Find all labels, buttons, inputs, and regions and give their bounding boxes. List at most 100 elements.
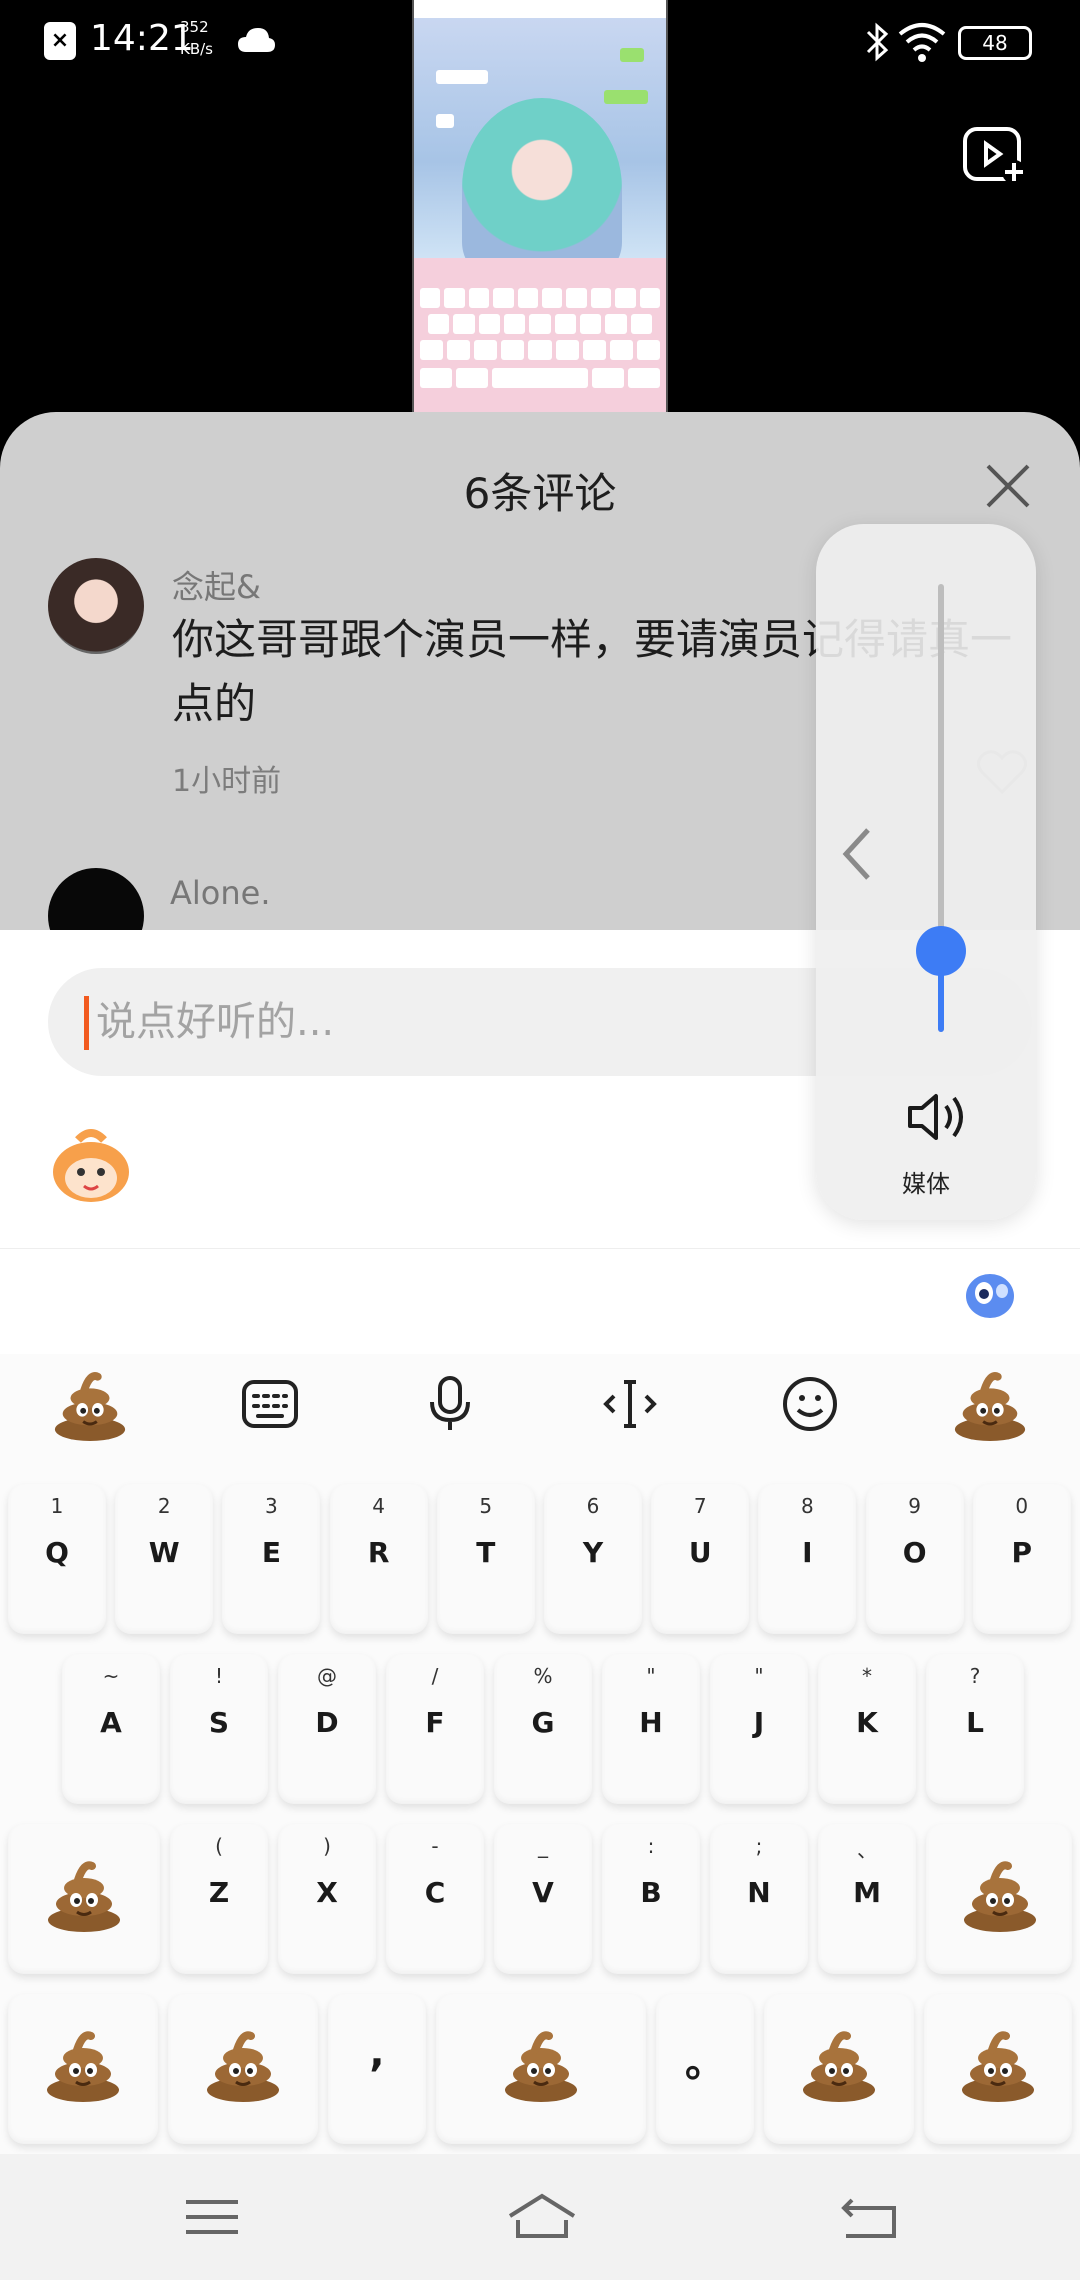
key-n[interactable]: ; N bbox=[710, 1824, 808, 1974]
key-secondary-label: 2 bbox=[157, 1494, 171, 1518]
microphone-icon[interactable] bbox=[410, 1364, 490, 1444]
sticker-emoji-icon[interactable] bbox=[48, 1126, 134, 1206]
shift-key[interactable] bbox=[8, 1824, 160, 1974]
back-icon[interactable] bbox=[838, 2190, 902, 2244]
key-j[interactable]: " J bbox=[710, 1654, 808, 1804]
key-m[interactable]: 、 M bbox=[818, 1824, 916, 1974]
comma-key[interactable]: , bbox=[328, 1994, 426, 2144]
voice-assistant-icon[interactable] bbox=[962, 1269, 1018, 1323]
comment-username[interactable]: Alone. bbox=[170, 874, 271, 912]
key-f[interactable]: / F bbox=[386, 1654, 484, 1804]
comment-input-placeholder: 说点好听的... bbox=[96, 999, 335, 1045]
keyboard-icon[interactable] bbox=[230, 1364, 310, 1444]
key-secondary-label: ( bbox=[215, 1834, 223, 1858]
key-secondary-label: / bbox=[431, 1664, 439, 1688]
preview-bubble bbox=[436, 114, 454, 128]
preview-bubble bbox=[620, 48, 644, 62]
key-z[interactable]: (Z bbox=[170, 1824, 268, 1974]
key-i[interactable]: 8I bbox=[758, 1484, 857, 1634]
key-secondary-label: " bbox=[646, 1664, 656, 1688]
key-r[interactable]: 4R bbox=[329, 1484, 428, 1634]
network-speed-value: 352 bbox=[180, 18, 209, 36]
key-secondary-label: ! bbox=[214, 1664, 224, 1688]
key-y[interactable]: 6Y bbox=[544, 1484, 642, 1634]
smiley-icon[interactable] bbox=[770, 1364, 850, 1444]
anime-character-image bbox=[462, 98, 622, 278]
space-key[interactable] bbox=[436, 1994, 646, 2144]
key-secondary-label: 7 bbox=[693, 1494, 707, 1518]
key-secondary-label: 8 bbox=[801, 1494, 814, 1518]
screen-recording-preview[interactable] bbox=[412, 0, 668, 412]
chevron-left-icon[interactable] bbox=[836, 824, 876, 884]
key-secondary-label: 5 bbox=[479, 1494, 493, 1518]
key-label: , bbox=[369, 2030, 385, 2076]
soft-keyboard: 1 Q 2 W 3 E 4 R 5 T 6 Y 7 U 8 I 9 O 0 P ~ A! S @ D / F% G " H " J * K? L(Z… bbox=[0, 1354, 1080, 2154]
key-g[interactable]: % G bbox=[494, 1654, 592, 1804]
preview-keyboard bbox=[414, 258, 666, 412]
delete-key[interactable] bbox=[926, 1824, 1072, 1974]
symbols-key[interactable] bbox=[8, 1994, 158, 2144]
poop-emoji-icon[interactable] bbox=[950, 1364, 1030, 1444]
key-s[interactable]: ! S bbox=[170, 1654, 268, 1804]
wifi-icon bbox=[898, 23, 946, 62]
poop-emoji-icon bbox=[43, 2024, 123, 2108]
volume-stream-label: 媒体 bbox=[902, 1170, 950, 1198]
key-w[interactable]: 2W bbox=[115, 1484, 214, 1634]
key-a[interactable]: ~ A bbox=[62, 1654, 160, 1804]
emoji-key[interactable] bbox=[168, 1994, 318, 2144]
key-label: I bbox=[802, 1536, 813, 1569]
key-t[interactable]: 5T bbox=[436, 1484, 535, 1634]
key-d[interactable]: @ D bbox=[278, 1654, 376, 1804]
battery-indicator: 48 bbox=[958, 26, 1032, 60]
key-secondary-label: % bbox=[533, 1664, 553, 1688]
key-l[interactable]: ? L bbox=[926, 1654, 1024, 1804]
key-e[interactable]: 3E bbox=[222, 1484, 321, 1634]
poop-emoji-icon bbox=[960, 1854, 1040, 1938]
enter-key[interactable] bbox=[924, 1994, 1072, 2144]
key-label: E bbox=[261, 1536, 281, 1569]
key-label: N bbox=[747, 1876, 771, 1909]
key-label: P bbox=[1011, 1536, 1033, 1569]
key-label: 。 bbox=[685, 2040, 725, 2086]
network-speed-unit: KB/s bbox=[180, 40, 213, 58]
key-v[interactable]: _ V bbox=[494, 1824, 592, 1974]
volume-slider-knob[interactable] bbox=[916, 926, 966, 977]
key-q[interactable]: 1Q bbox=[8, 1484, 106, 1634]
key-c[interactable]: -C bbox=[386, 1824, 484, 1974]
key-label: J bbox=[753, 1706, 765, 1739]
comments-title: 6条评论 bbox=[463, 469, 617, 518]
key-b[interactable]: :B bbox=[602, 1824, 700, 1974]
key-label: B bbox=[640, 1876, 662, 1909]
period-key[interactable]: 。 bbox=[656, 1994, 754, 2144]
home-icon[interactable] bbox=[506, 2190, 578, 2244]
key-label: M bbox=[853, 1876, 881, 1909]
text-cursor-icon[interactable] bbox=[590, 1364, 670, 1444]
key-label: D bbox=[315, 1706, 339, 1739]
key-secondary-label: - bbox=[431, 1834, 439, 1858]
key-label: K bbox=[856, 1706, 878, 1739]
poop-emoji-icon bbox=[501, 2024, 581, 2108]
key-h[interactable]: " H bbox=[602, 1654, 700, 1804]
key-secondary-label: : bbox=[647, 1834, 655, 1858]
key-k[interactable]: * K bbox=[818, 1654, 916, 1804]
poop-emoji-icon[interactable] bbox=[50, 1364, 130, 1444]
avatar[interactable] bbox=[48, 868, 144, 932]
text-caret bbox=[84, 996, 89, 1050]
key-p[interactable]: 0P bbox=[972, 1484, 1071, 1634]
keyboard-header bbox=[0, 1248, 1080, 1354]
key-label: Y bbox=[582, 1536, 604, 1569]
poop-emoji-icon bbox=[44, 1854, 124, 1938]
key-label: S bbox=[208, 1706, 230, 1739]
comment-username[interactable]: 念起& bbox=[172, 562, 261, 608]
key-u[interactable]: 7U bbox=[651, 1484, 750, 1634]
speaker-icon[interactable] bbox=[906, 1090, 972, 1144]
key-label: C bbox=[424, 1876, 446, 1909]
key-secondary-label: ) bbox=[323, 1834, 331, 1858]
menu-icon[interactable] bbox=[180, 2190, 244, 2244]
screen-record-add-icon[interactable] bbox=[962, 126, 1028, 186]
close-icon[interactable] bbox=[982, 460, 1034, 512]
avatar[interactable] bbox=[48, 558, 144, 654]
language-key[interactable] bbox=[764, 1994, 914, 2144]
key-o[interactable]: 9O bbox=[865, 1484, 964, 1634]
key-x[interactable]: ) X bbox=[278, 1824, 376, 1974]
